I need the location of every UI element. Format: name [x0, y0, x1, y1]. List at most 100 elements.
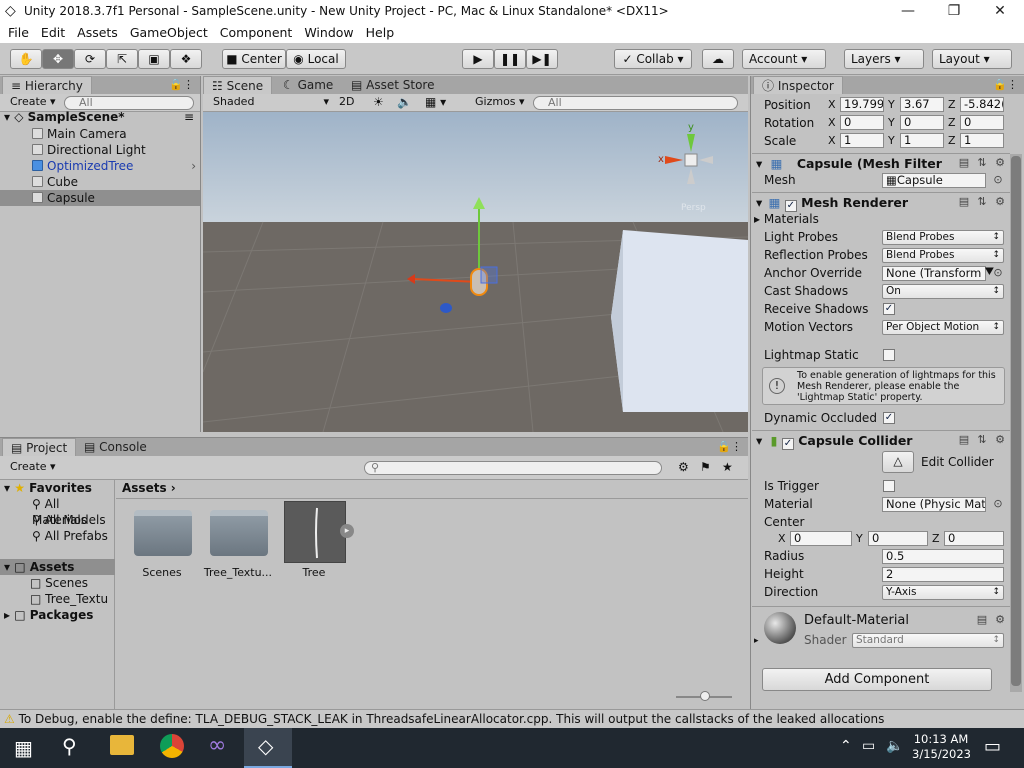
clock[interactable]: 10:13 AM 3/15/2023: [912, 732, 971, 762]
light-gizmo[interactable]: [440, 303, 452, 313]
hierarchy-item-main-camera[interactable]: Main Camera: [0, 126, 200, 142]
chrome-icon[interactable]: [160, 734, 184, 758]
minimize-button[interactable]: —: [885, 0, 931, 23]
motion-vectors-select[interactable]: Per Object Motion: [882, 320, 1004, 335]
receive-shadows-checkbox[interactable]: ✓: [883, 303, 895, 315]
status-bar[interactable]: ⚠ To Debug, enable the define: TLA_DEBUG…: [0, 709, 1024, 728]
packages-row[interactable]: ▸ □ Packages: [0, 607, 115, 623]
help-icon[interactable]: ▤: [976, 614, 988, 626]
menu-component[interactable]: Component: [214, 23, 299, 42]
edit-collider-button[interactable]: △: [882, 451, 914, 473]
unity-taskbar-button[interactable]: ◇: [244, 728, 292, 768]
menu-assets[interactable]: Assets: [71, 23, 124, 42]
breadcrumb[interactable]: Assets ›: [122, 480, 176, 496]
search-icon[interactable]: ⚲: [62, 734, 77, 758]
mesh-field[interactable]: ▦Capsule: [882, 173, 986, 188]
physic-material-field[interactable]: None (Physic Mat: [882, 497, 986, 512]
chevron-right-icon[interactable]: ›: [191, 158, 196, 174]
effects-toggle-icon[interactable]: ▦ ▾: [425, 95, 446, 109]
move-tool-icon[interactable]: ✥: [42, 49, 74, 69]
gear-icon[interactable]: ⚙: [994, 434, 1006, 446]
network-icon[interactable]: ▭: [862, 738, 875, 754]
transform-tool-icon[interactable]: ❖: [170, 49, 202, 69]
rotation-z-field[interactable]: 0: [960, 115, 1004, 130]
favorite-all-materials[interactable]: ⚲ All Materials: [0, 496, 115, 527]
help-icon[interactable]: ▤: [958, 196, 970, 208]
menu-file[interactable]: File: [2, 23, 35, 42]
favorite-all-prefabs[interactable]: ⚲ All Prefabs: [0, 528, 115, 544]
shader-select[interactable]: Standard: [852, 633, 1004, 648]
gear-icon[interactable]: ⚙: [994, 614, 1006, 626]
hierarchy-item-optimizedtree[interactable]: OptimizedTree ›: [0, 158, 200, 174]
tab-hierarchy[interactable]: ≡ Hierarchy: [2, 76, 92, 94]
asset-tile-scenes[interactable]: [134, 510, 192, 556]
pivot-local-button[interactable]: ◉ Local: [286, 49, 346, 69]
height-field[interactable]: 2: [882, 567, 1004, 582]
create-dropdown[interactable]: Create ▾: [6, 95, 60, 110]
scrollbar-thumb[interactable]: [1011, 156, 1021, 686]
menu-window[interactable]: Window: [298, 23, 359, 42]
folder-scenes[interactable]: □ Scenes: [0, 575, 115, 591]
asset-tile-tree-textures[interactable]: [210, 510, 268, 556]
layout-dropdown[interactable]: Layout ▾: [932, 49, 1012, 69]
tab-scene[interactable]: ☷ Scene: [203, 76, 273, 94]
tab-game[interactable]: ☾ Game: [275, 76, 341, 94]
close-button[interactable]: ✕: [977, 0, 1023, 23]
center-z-field[interactable]: 0: [944, 531, 1004, 546]
object-picker-icon[interactable]: ⊙: [992, 174, 1004, 186]
gear-icon[interactable]: ⚙: [994, 196, 1006, 208]
anchor-override-field[interactable]: None (Transform: [882, 266, 986, 281]
preset-icon[interactable]: ⇅: [976, 157, 988, 169]
center-x-field[interactable]: 0: [790, 531, 852, 546]
dynamic-occluded-checkbox[interactable]: ✓: [883, 412, 895, 424]
scene-viewport[interactable]: y x Persp: [203, 112, 748, 432]
scene-row[interactable]: ▾ ◇ SampleScene* ≡: [0, 109, 200, 125]
maximize-button[interactable]: ❐: [931, 0, 977, 23]
project-lock-icon[interactable]: 🔒⋮: [717, 440, 742, 453]
gear-icon[interactable]: ⚙: [994, 157, 1006, 169]
file-explorer-icon[interactable]: [110, 735, 134, 755]
pivot-center-button[interactable]: ■ Center: [222, 49, 286, 69]
shading-mode-dropdown[interactable]: Shaded ▾: [209, 95, 329, 110]
project-search-input[interactable]: ⚲: [364, 461, 662, 475]
collab-dropdown[interactable]: ✓ Collab ▾: [614, 49, 692, 69]
tab-asset-store[interactable]: ▤ Asset Store: [343, 76, 443, 94]
rotation-x-field[interactable]: 0: [840, 115, 884, 130]
step-button[interactable]: ▶❚: [526, 49, 558, 69]
center-y-field[interactable]: 0: [868, 531, 928, 546]
hierarchy-item-cube[interactable]: Cube: [0, 174, 200, 190]
menu-gameobject[interactable]: GameObject: [124, 23, 214, 42]
radius-field[interactable]: 0.5: [882, 549, 1004, 564]
position-z-field[interactable]: -5.842(: [960, 97, 1004, 112]
filter-type-icon[interactable]: ⚙: [678, 460, 689, 474]
pause-button[interactable]: ❚❚: [494, 49, 526, 69]
menu-help[interactable]: Help: [360, 23, 401, 42]
rotation-y-field[interactable]: 0: [900, 115, 944, 130]
preset-icon[interactable]: ⇅: [976, 434, 988, 446]
cube-object[interactable]: [611, 230, 748, 412]
tab-inspector[interactable]: ⓘ Inspector: [753, 76, 843, 94]
capsule-collider-enabled-checkbox[interactable]: ✓: [781, 438, 794, 450]
hand-tool-icon[interactable]: ✋: [10, 49, 42, 69]
position-y-field[interactable]: 3.67: [900, 97, 944, 112]
collapse-arrow-icon[interactable]: ▸: [754, 636, 759, 646]
gizmos-dropdown[interactable]: Gizmos ▾: [471, 95, 529, 110]
expand-prefab-icon[interactable]: ▸: [340, 524, 354, 538]
scale-x-field[interactable]: 1: [840, 133, 884, 148]
preset-icon[interactable]: ⇅: [976, 196, 988, 208]
visual-studio-icon[interactable]: ∞: [208, 733, 226, 758]
account-dropdown[interactable]: Account ▾: [742, 49, 826, 69]
rect-tool-icon[interactable]: ▣: [138, 49, 170, 69]
lightmap-static-checkbox[interactable]: [883, 349, 895, 361]
rotate-tool-icon[interactable]: ⟳: [74, 49, 106, 69]
filter-label-icon[interactable]: ⚑: [700, 460, 711, 474]
tab-project[interactable]: ▤ Project: [2, 438, 77, 456]
scale-tool-icon[interactable]: ⇱: [106, 49, 138, 69]
audio-toggle-icon[interactable]: 🔈: [397, 95, 412, 109]
favorites-row[interactable]: ▾ ★ Favorites: [0, 480, 115, 496]
2d-toggle[interactable]: 2D: [335, 95, 358, 110]
asset-tile-tree[interactable]: [284, 501, 346, 563]
mesh-renderer-header[interactable]: ▾ ▦ ✓ Mesh Renderer: [752, 192, 1010, 212]
favorite-all-models[interactable]: ⚲ All Models: [0, 512, 115, 528]
light-probes-select[interactable]: Blend Probes: [882, 230, 1004, 245]
